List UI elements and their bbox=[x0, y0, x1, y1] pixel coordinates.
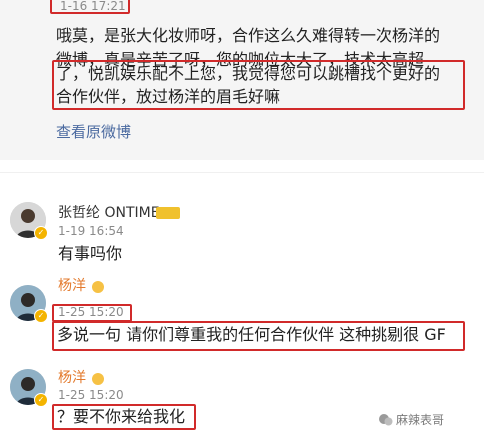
vip-emoji-icon bbox=[92, 373, 104, 385]
comment-timestamp: 1-19 16:54 bbox=[58, 224, 124, 238]
vip-emoji-icon bbox=[92, 281, 104, 293]
view-original-post-link[interactable]: 查看原微博 bbox=[56, 123, 131, 141]
post-timestamp: 1-16 17:21 bbox=[60, 0, 126, 13]
watermark-text: 麻辣表哥 bbox=[396, 413, 445, 427]
commenter-name[interactable]: 杨洋 bbox=[58, 369, 86, 387]
post-text-line: 了，悦凯娱乐配不上您，我觉得您可以跳槽找个更好的 bbox=[56, 64, 441, 83]
commenter-name[interactable]: 杨洋 bbox=[58, 277, 86, 295]
comment-text: ？要不你来给我化 bbox=[57, 407, 186, 426]
comment-timestamp: 1-25 15:20 bbox=[58, 305, 124, 319]
verified-badge-icon: ✓ bbox=[34, 226, 48, 240]
wechat-logo-icon bbox=[378, 412, 394, 428]
comment-timestamp: 1-25 15:20 bbox=[58, 388, 124, 402]
divider bbox=[0, 172, 484, 173]
post-text-line: 哦莫，是张大化妆师呀，合作这么久难得转一次杨洋的 bbox=[56, 26, 441, 45]
commenter-name[interactable]: 张哲纶 ONTIME bbox=[58, 204, 160, 222]
comment-text: 有事吗你 bbox=[58, 244, 123, 263]
verified-badge-icon: ✓ bbox=[34, 309, 48, 323]
post-text-line: 合作伙伴，放过杨洋的眉毛好嘛 bbox=[56, 87, 281, 106]
user-tag-badge bbox=[156, 207, 180, 219]
comment-text: 多说一句 请你们尊重我的任何合作伙伴 这种挑剔很 GF bbox=[57, 325, 446, 344]
verified-badge-icon: ✓ bbox=[34, 393, 48, 407]
